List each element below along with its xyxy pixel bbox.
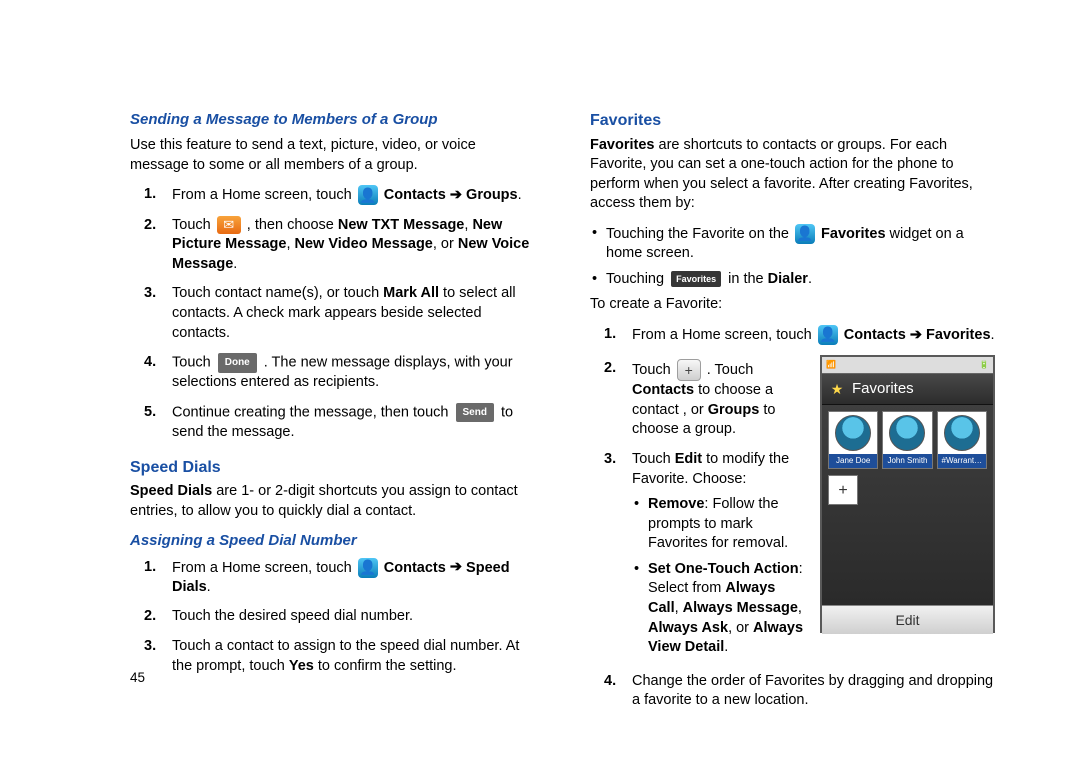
speed-dials-para: Speed Dials are 1- or 2-digit shortcuts … (130, 482, 535, 521)
contacts-icon: 👤 (358, 185, 378, 205)
favorite-tile: Jane Doe (828, 411, 878, 469)
set-action-bullet: Set One-Touch Action: Select from Always… (632, 560, 808, 658)
phone-body: Jane Doe John Smith #Warrant… + (822, 405, 993, 605)
sending-step-5: Continue creating the message, then touc… (130, 403, 535, 443)
phone-status-bar: 📶🔋 (822, 357, 993, 373)
section-speed-dials: Speed Dials (130, 457, 535, 479)
sd-step-2: Touch the desired speed dial number. (130, 607, 535, 627)
speed-dial-steps: From a Home screen, touch 👤 Contacts Spe… (130, 558, 535, 677)
sending-intro: Use this feature to send a text, picture… (130, 136, 535, 175)
fav-bullet-1: Touching the Favorite on the 👤 Favorites… (590, 224, 995, 264)
sending-step-4: Touch Done . The new message displays, w… (130, 353, 535, 393)
done-chip: Done (218, 353, 257, 373)
sending-step-2: Touch , then choose New TXT Message, New… (130, 216, 535, 275)
sending-steps: From a Home screen, touch 👤 Contacts Gro… (130, 185, 535, 442)
favorites-chip: Favorites (671, 271, 721, 287)
phone-favorites-screenshot: 📶🔋 ★ Favorites Jane Doe John Smith #Warr… (820, 355, 995, 633)
remove-bullet: Remove: Follow the prompts to mark Favor… (632, 495, 808, 554)
fav-step-3: Touch Edit to modify the Favorite. Choos… (590, 450, 808, 658)
arrow-icon (450, 559, 462, 575)
favorite-tile: John Smith (882, 411, 932, 469)
contacts-icon: 👤 (818, 325, 838, 345)
favorites-para: Favorites are shortcuts to contacts or g… (590, 136, 995, 214)
subhead-assigning: Assigning a Speed Dial Number (130, 531, 535, 551)
plus-icon: + (677, 359, 701, 381)
favorites-access-bullets: Touching the Favorite on the 👤 Favorites… (590, 224, 995, 290)
phone-edit-button: Edit (822, 605, 993, 634)
favorites-widget-icon: 👤 (795, 224, 815, 244)
sending-step-1: From a Home screen, touch 👤 Contacts Gro… (130, 185, 535, 205)
section-favorites: Favorites (590, 110, 995, 132)
arrow-icon (450, 187, 462, 203)
star-icon: ★ (828, 380, 846, 398)
subhead-sending: Sending a Message to Members of a Group (130, 110, 535, 130)
sd-step-3: Touch a contact to assign to the speed d… (130, 637, 535, 676)
fav-step-2: Touch + . Touch Contacts to choose a con… (590, 359, 808, 440)
fav-step-4: Change the order of Favorites by draggin… (590, 672, 995, 711)
fav-step-1: From a Home screen, touch 👤 Contacts Fav… (590, 325, 995, 345)
create-favorite-label: To create a Favorite: (590, 295, 995, 315)
arrow-icon (910, 327, 922, 343)
sd-step-1: From a Home screen, touch 👤 Contacts Spe… (130, 558, 535, 598)
new-message-icon (217, 216, 241, 234)
sending-step-3: Touch contact name(s), or touch Mark All… (130, 284, 535, 343)
add-favorite-tile: + (828, 475, 858, 505)
left-column: Sending a Message to Members of a Group … (130, 110, 535, 721)
create-favorite-steps: From a Home screen, touch 👤 Contacts Fav… (590, 325, 995, 345)
favorite-tile: #Warrant… (937, 411, 987, 469)
fav-bullet-2: Touching Favorites in the Dialer. (590, 270, 995, 290)
page-number: 45 (130, 670, 145, 685)
contacts-icon: 👤 (358, 558, 378, 578)
send-chip: Send (456, 403, 494, 423)
right-column: Favorites Favorites are shortcuts to con… (590, 110, 995, 721)
phone-title-bar: ★ Favorites (822, 373, 993, 405)
